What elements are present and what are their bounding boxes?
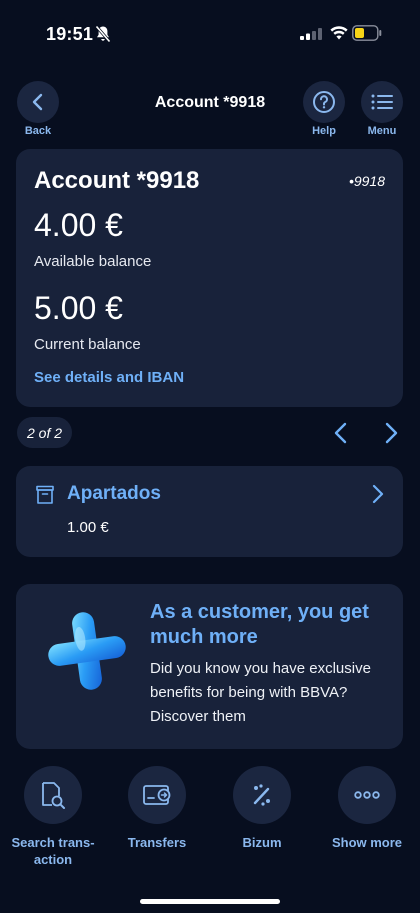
bizum-button[interactable] bbox=[233, 766, 291, 824]
transfers-action[interactable]: Transfers bbox=[107, 766, 207, 851]
menu-icon bbox=[371, 94, 393, 110]
bizum-label: Bizum bbox=[242, 835, 282, 850]
available-balance-amount: 4.00 € bbox=[34, 207, 123, 243]
quick-actions-bar: Search trans-action Transfers Bizum Show… bbox=[0, 766, 420, 876]
promo-title: As a customer, you get much more bbox=[150, 601, 369, 648]
bizum-icon bbox=[253, 784, 270, 806]
promo-text: Did you know you have exclusive benefits… bbox=[150, 660, 371, 725]
signal-icon bbox=[300, 28, 322, 40]
current-balance-label: Current balance bbox=[34, 336, 141, 353]
apartados-title: Apartados bbox=[67, 483, 161, 504]
bizum-action[interactable]: Bizum bbox=[212, 766, 312, 851]
help-icon bbox=[313, 91, 335, 113]
page-indicator-label: 2 of 2 bbox=[26, 424, 63, 441]
available-balance-label: Available balance bbox=[34, 253, 152, 270]
apartados-amount: 1.00 € bbox=[67, 519, 109, 536]
menu-button[interactable] bbox=[361, 81, 403, 123]
chevron-right-icon bbox=[372, 484, 384, 504]
transfers-button[interactable] bbox=[128, 766, 186, 824]
account-card[interactable]: Account *9918 •9918 4.00 € Available bal… bbox=[16, 149, 403, 407]
see-details-link[interactable]: See details and IBAN bbox=[34, 369, 184, 386]
plus-illustration-icon bbox=[48, 612, 126, 690]
show-more-label: Show more bbox=[331, 835, 403, 850]
transfers-label: Transfers bbox=[127, 835, 187, 850]
more-icon bbox=[354, 791, 380, 799]
page-title: Account *9918 bbox=[154, 94, 266, 111]
search-document-icon bbox=[42, 782, 65, 809]
account-masked-number: •9918 bbox=[348, 173, 385, 189]
page-indicator: 2 of 2 bbox=[17, 417, 72, 448]
box-icon bbox=[36, 485, 54, 504]
wifi-icon bbox=[330, 26, 348, 40]
apartados-card[interactable]: Apartados 1.00 € bbox=[16, 466, 403, 557]
back-label[interactable]: Back bbox=[8, 125, 68, 137]
search-transaction-label: Search trans-action bbox=[11, 835, 95, 867]
help-label[interactable]: Help bbox=[294, 125, 354, 137]
help-button[interactable] bbox=[303, 81, 345, 123]
status-bar: 19:51 bbox=[0, 0, 420, 60]
top-navigation: Back Account *9918 Help Menu bbox=[0, 78, 420, 148]
status-time: 19:51 bbox=[46, 24, 94, 44]
search-transaction-button[interactable] bbox=[24, 766, 82, 824]
bell-off-icon bbox=[95, 25, 111, 43]
account-title: Account *9918 bbox=[34, 167, 200, 194]
show-more-button[interactable] bbox=[338, 766, 396, 824]
menu-label[interactable]: Menu bbox=[352, 125, 412, 137]
show-more-action[interactable]: Show more bbox=[317, 766, 417, 851]
current-balance-amount: 5.00 € bbox=[34, 290, 123, 326]
home-indicator[interactable] bbox=[140, 899, 280, 904]
next-arrow-icon[interactable] bbox=[380, 421, 402, 445]
search-transaction-action[interactable]: Search trans-action bbox=[3, 766, 103, 868]
battery-icon bbox=[352, 25, 382, 41]
previous-arrow-icon[interactable] bbox=[330, 421, 352, 445]
transfer-icon bbox=[143, 785, 171, 805]
promo-card[interactable]: As a customer, you get much more Did you… bbox=[16, 584, 403, 749]
